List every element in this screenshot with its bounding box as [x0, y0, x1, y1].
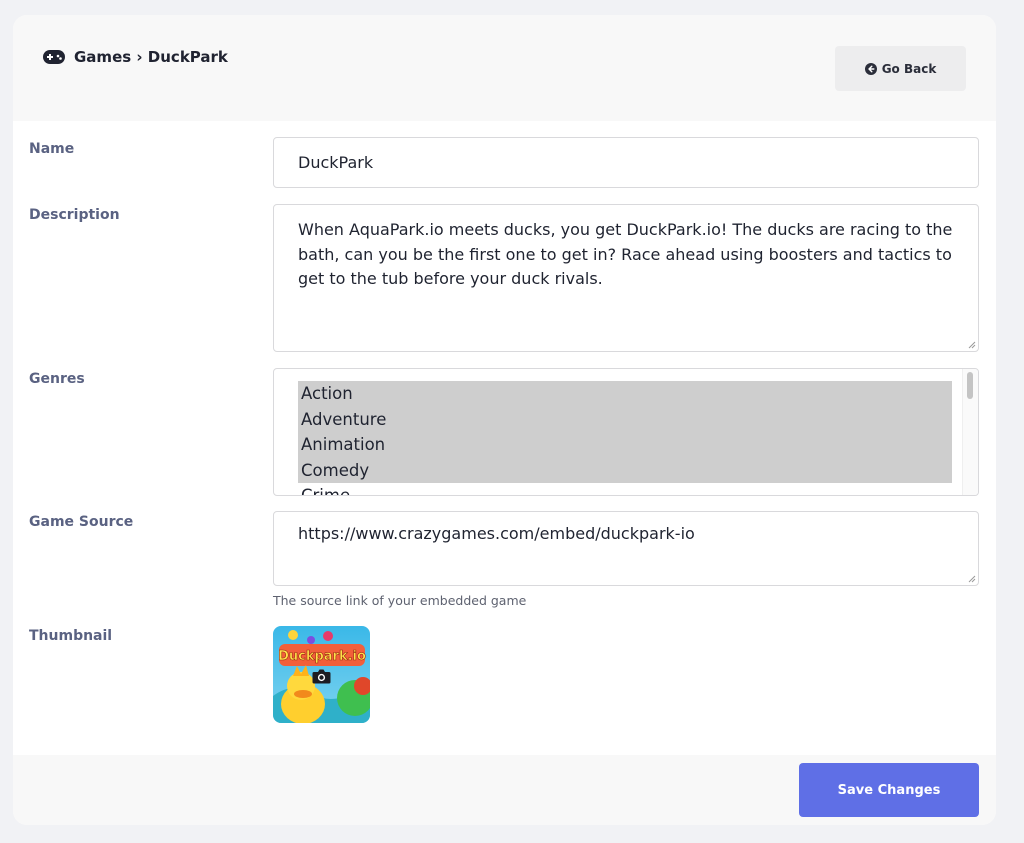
arrow-left-circle-icon: [864, 62, 877, 75]
camera-icon: [312, 669, 331, 684]
gamepad-icon: [43, 50, 65, 64]
save-changes-label: Save Changes: [837, 782, 941, 798]
genre-options: Action Adventure Animation Comedy Crime: [298, 381, 952, 495]
game-source-textarea[interactable]: https://www.crazygames.com/embed/duckpar…: [273, 511, 979, 586]
game-source-label: Game Source: [29, 514, 134, 530]
scrollbar-thumb[interactable]: [967, 372, 973, 399]
name-value: DuckPark: [298, 153, 374, 172]
edit-game-card: Games › DuckPark Go Back Name DuckPark D…: [13, 15, 996, 825]
save-changes-button[interactable]: Save Changes: [799, 763, 979, 817]
genre-option[interactable]: Action: [298, 381, 952, 407]
genre-option[interactable]: Animation: [298, 432, 952, 458]
game-source-help-text: The source link of your embedded game: [273, 593, 527, 608]
genres-label: Genres: [29, 371, 85, 387]
game-source-value: https://www.crazygames.com/embed/duckpar…: [298, 524, 695, 543]
thumbnail-label: Thumbnail: [29, 628, 113, 644]
thumbnail-upload[interactable]: Duckpark.io: [273, 626, 370, 723]
description-value: When AquaPark.io meets ducks, you get Du…: [298, 220, 953, 288]
name-input[interactable]: DuckPark: [273, 137, 979, 188]
resize-grip-icon[interactable]: [968, 341, 976, 349]
genre-option[interactable]: Crime: [298, 483, 952, 495]
name-label: Name: [29, 141, 75, 157]
breadcrumb: Games › DuckPark: [43, 48, 228, 66]
description-textarea[interactable]: When AquaPark.io meets ducks, you get Du…: [273, 204, 979, 352]
genre-option[interactable]: Adventure: [298, 406, 952, 432]
resize-grip-icon[interactable]: [968, 575, 976, 583]
go-back-button[interactable]: Go Back: [835, 46, 966, 91]
card-header: Games › DuckPark Go Back: [13, 15, 996, 121]
thumbnail-logo-text: Duckpark.io: [278, 649, 366, 664]
genres-multiselect[interactable]: Action Adventure Animation Comedy Crime: [273, 368, 979, 496]
go-back-label: Go Back: [881, 61, 937, 76]
description-label: Description: [29, 207, 120, 223]
genres-scrollbar[interactable]: [962, 369, 978, 495]
card-footer: Save Changes: [13, 755, 996, 825]
breadcrumb-text: Games › DuckPark: [74, 48, 228, 66]
genre-option[interactable]: Comedy: [298, 457, 952, 483]
